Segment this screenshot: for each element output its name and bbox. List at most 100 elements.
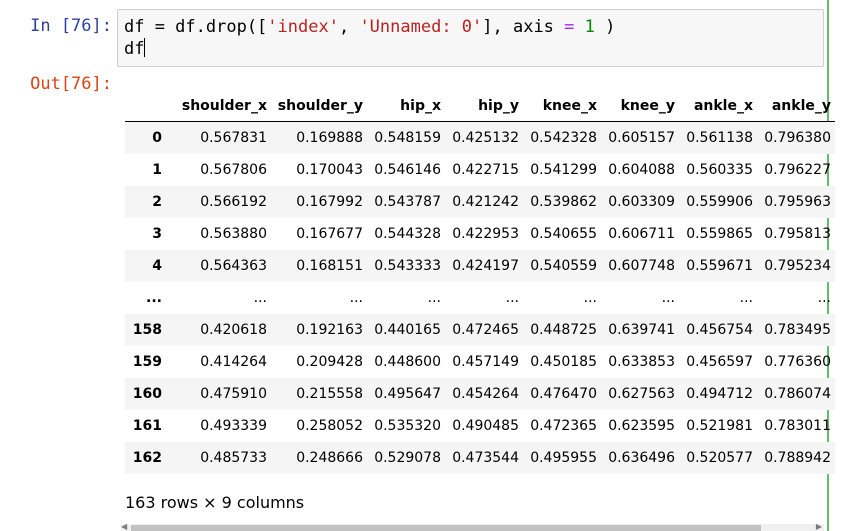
row-index: 161 bbox=[132, 418, 162, 434]
table-cell: 0.795963 bbox=[764, 194, 831, 210]
table-cell: 0.788942 bbox=[764, 450, 831, 466]
table-cell: 0.448725 bbox=[530, 322, 597, 338]
table-cell: 0.170043 bbox=[296, 162, 363, 178]
table-cell: 0.425132 bbox=[452, 130, 519, 146]
table-cell: 0.606711 bbox=[608, 226, 675, 242]
table-cell: 0.795813 bbox=[764, 226, 831, 242]
code-token: ], axis bbox=[482, 17, 565, 37]
text-cursor bbox=[144, 38, 146, 57]
table-row: 158 0.420618 0.192163 0.440165 0.472465 0.448… bbox=[125, 314, 835, 346]
table-cell: 0.633853 bbox=[608, 354, 675, 370]
table-cell: 0.786074 bbox=[764, 386, 831, 402]
row-index: 1 bbox=[152, 162, 162, 178]
table-cell: 0.776360 bbox=[764, 354, 831, 370]
table-cell: 0.258052 bbox=[296, 418, 363, 434]
code-text[interactable]: df = df.drop(['index', 'Unnamed: 0'], ax… bbox=[124, 16, 615, 60]
table-cell: 0.563880 bbox=[200, 226, 267, 242]
table-row: 0 0.567831 0.169888 0.548159 0.425132 0.54232… bbox=[125, 121, 835, 154]
table-cell: 0.796380 bbox=[764, 130, 831, 146]
table-cell: 0.520577 bbox=[686, 450, 753, 466]
table-cell: 0.521981 bbox=[686, 418, 753, 434]
table-cell: 0.450185 bbox=[530, 354, 597, 370]
table-cell: 0.422953 bbox=[452, 226, 519, 242]
table-cell: 0.456597 bbox=[686, 354, 753, 370]
table-cell: 0.192163 bbox=[296, 322, 363, 338]
table-cell: 0.605157 bbox=[608, 130, 675, 146]
code-string-token: 'Unnamed: 0' bbox=[359, 17, 483, 37]
row-index: 159 bbox=[132, 354, 162, 370]
column-header: hip_y bbox=[445, 90, 523, 122]
table-row: ........................... bbox=[125, 282, 835, 314]
output-prompt: Out[76]: bbox=[30, 74, 112, 94]
table-cell: ... bbox=[817, 290, 831, 306]
table-cell: 0.476470 bbox=[530, 386, 597, 402]
table-cell: 0.783011 bbox=[764, 418, 831, 434]
table-row: 159 0.414264 0.209428 0.448600 0.457149 0.450… bbox=[125, 346, 835, 378]
scroll-left-arrow-icon[interactable]: ◀ bbox=[121, 522, 127, 531]
table-cell: 0.167992 bbox=[296, 194, 363, 210]
table-cell: 0.472465 bbox=[452, 322, 519, 338]
table-cell: 0.209428 bbox=[296, 354, 363, 370]
table-cell: 0.548159 bbox=[374, 130, 441, 146]
table-cell: 0.495955 bbox=[530, 450, 597, 466]
code-string-token: 'index' bbox=[267, 17, 339, 37]
column-header bbox=[125, 90, 170, 122]
table-cell: 0.564363 bbox=[200, 258, 267, 274]
table-cell: 0.623595 bbox=[608, 418, 675, 434]
scroll-right-arrow-icon[interactable]: ▶ bbox=[816, 522, 822, 531]
table-cell: 0.454264 bbox=[452, 386, 519, 402]
code-operator-token: = bbox=[564, 17, 575, 37]
table-cell: 0.473544 bbox=[452, 450, 519, 466]
table-cell: 0.490485 bbox=[452, 418, 519, 434]
table-cell: 0.495647 bbox=[374, 386, 441, 402]
table-cell: 0.783495 bbox=[764, 322, 831, 338]
row-index: ... bbox=[146, 290, 162, 306]
table-row: 2 0.566192 0.167992 0.543787 0.421242 0.53986… bbox=[125, 186, 835, 218]
table-cell: 0.795234 bbox=[764, 258, 831, 274]
table-cell: 0.561138 bbox=[686, 130, 753, 146]
column-header: knee_y bbox=[601, 90, 679, 122]
table-cell: 0.567806 bbox=[200, 162, 267, 178]
table-cell: 0.424197 bbox=[452, 258, 519, 274]
table-cell: 0.559671 bbox=[686, 258, 753, 274]
code-token: ) bbox=[594, 17, 616, 37]
table-cell: 0.542328 bbox=[530, 130, 597, 146]
scrollbar-thumb[interactable] bbox=[131, 525, 761, 531]
code-token: df bbox=[124, 39, 145, 59]
table-cell: ... bbox=[253, 290, 267, 306]
table-cell: 0.421242 bbox=[452, 194, 519, 210]
table-cell: 0.420618 bbox=[200, 322, 267, 338]
table-cell: 0.541299 bbox=[530, 162, 597, 178]
table-cell: 0.422715 bbox=[452, 162, 519, 178]
table-cell: 0.456754 bbox=[686, 322, 753, 338]
code-editor[interactable]: df = df.drop(['index', 'Unnamed: 0'], ax… bbox=[117, 9, 824, 67]
table-cell: ... bbox=[349, 290, 363, 306]
column-header: ankle_y bbox=[757, 90, 835, 122]
table-cell: 0.603309 bbox=[608, 194, 675, 210]
table-cell: 0.167677 bbox=[296, 226, 363, 242]
table-cell: 0.485733 bbox=[200, 450, 267, 466]
column-header: shoulder_x bbox=[170, 90, 271, 122]
row-index: 4 bbox=[152, 258, 162, 274]
table-cell: 0.796227 bbox=[764, 162, 831, 178]
table-cell: ... bbox=[583, 290, 597, 306]
table-row: 161 0.493339 0.258052 0.535320 0.490485 0.472… bbox=[125, 410, 835, 442]
row-index: 3 bbox=[152, 226, 162, 242]
code-number-token: 1 bbox=[584, 17, 595, 37]
table-cell: 0.529078 bbox=[374, 450, 441, 466]
horizontal-scrollbar[interactable]: ◀ ▶ bbox=[121, 522, 824, 531]
table-cell: 0.566192 bbox=[200, 194, 267, 210]
table-cell: 0.169888 bbox=[296, 130, 363, 146]
table-cell: 0.604088 bbox=[608, 162, 675, 178]
table-cell: 0.448600 bbox=[374, 354, 441, 370]
column-header: ankle_x bbox=[679, 90, 757, 122]
table-cell: 0.215558 bbox=[296, 386, 363, 402]
code-token: df = df.drop([ bbox=[124, 17, 268, 37]
table-header-row: shoulder_x shoulder_y hip_x hip_y knee_x… bbox=[125, 90, 835, 122]
table-cell: 0.559865 bbox=[686, 226, 753, 242]
table-cell: 0.543333 bbox=[374, 258, 441, 274]
row-index: 160 bbox=[132, 386, 162, 402]
table-cell: 0.168151 bbox=[296, 258, 363, 274]
table-cell: 0.494712 bbox=[686, 386, 753, 402]
code-token: , bbox=[338, 17, 360, 37]
